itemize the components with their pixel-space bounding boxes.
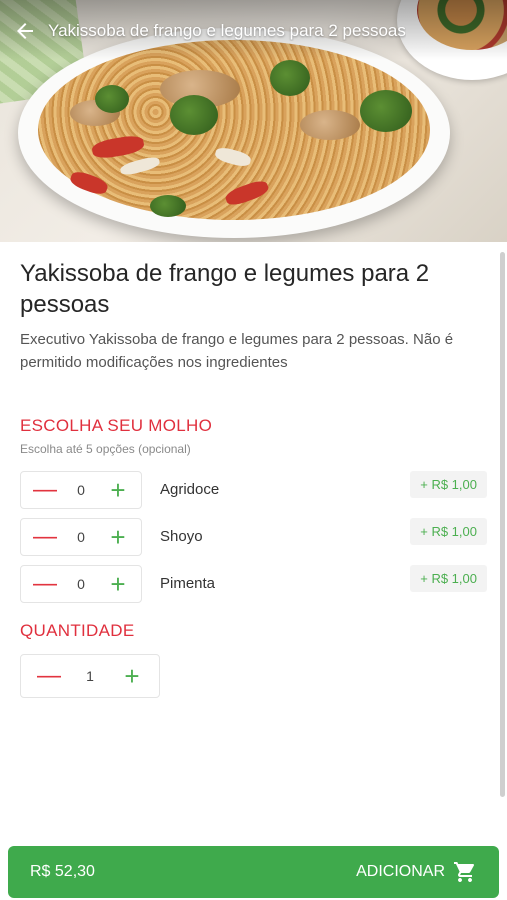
add-action: ADICIONAR — [356, 860, 477, 884]
increment-button[interactable]: + — [107, 571, 129, 597]
decrement-button[interactable]: — — [33, 525, 57, 549]
option-name: Shoyo — [160, 528, 203, 545]
broccoli — [170, 95, 218, 135]
broccoli — [150, 195, 186, 217]
product-details: Yakissoba de frango e legumes para 2 pes… — [0, 242, 507, 900]
sauce-stepper: — 0 + — [20, 471, 142, 509]
quantity-stepper: — 1 + — [20, 654, 160, 698]
arrow-left-icon — [17, 23, 33, 39]
total-price: R$ 52,30 — [30, 863, 95, 880]
sauce-section-subtitle: Escolha até 5 opções (opcional) — [20, 442, 191, 456]
product-description: Executivo Yakissoba de frango e legumes … — [20, 331, 454, 371]
sauce-stepper: — 0 + — [20, 565, 142, 603]
option-quantity: 0 — [77, 529, 85, 545]
option-name: Agridoce — [160, 481, 220, 498]
back-button[interactable] — [10, 16, 40, 46]
broccoli — [270, 60, 310, 96]
sauce-stepper: — 0 + — [20, 518, 142, 556]
broccoli — [360, 90, 412, 132]
broccoli — [95, 85, 129, 113]
decrement-button[interactable]: — — [33, 478, 57, 502]
top-bar: Yakissoba de frango e legumes para 2 pes… — [0, 0, 507, 62]
sauce-option-row: — 0 + Pimenta + R$ 1,00 — [20, 565, 487, 603]
decrement-button[interactable]: — — [37, 664, 61, 688]
product-title: Yakissoba de frango e legumes para 2 pes… — [20, 260, 430, 318]
option-quantity: 0 — [77, 576, 85, 592]
quantity-section-title: QUANTIDADE — [20, 621, 135, 640]
decrement-button[interactable]: — — [33, 572, 57, 596]
option-quantity: 0 — [77, 482, 85, 498]
sauce-option-row: — 0 + Agridoce + R$ 1,00 — [20, 471, 487, 509]
increment-button[interactable]: + — [107, 524, 129, 550]
add-to-cart-button[interactable]: R$ 52,30 ADICIONAR — [8, 846, 499, 898]
option-price: + R$ 1,00 — [410, 518, 487, 545]
sauce-section-title: ESCOLHA SEU MOLHO — [20, 416, 213, 435]
sauce-option-row: — 0 + Shoyo + R$ 1,00 — [20, 518, 487, 556]
option-price: + R$ 1,00 — [410, 565, 487, 592]
quantity-value: 1 — [86, 668, 94, 684]
option-price: + R$ 1,00 — [410, 471, 487, 498]
scrollbar[interactable] — [500, 252, 505, 797]
increment-button[interactable]: + — [121, 663, 143, 689]
option-name: Pimenta — [160, 575, 216, 592]
cart-icon — [454, 862, 475, 882]
header-title: Yakissoba de frango e legumes para 2 pes… — [48, 21, 406, 40]
increment-button[interactable]: + — [107, 477, 129, 503]
add-label: ADICIONAR — [356, 863, 445, 880]
chicken-piece — [300, 110, 360, 140]
